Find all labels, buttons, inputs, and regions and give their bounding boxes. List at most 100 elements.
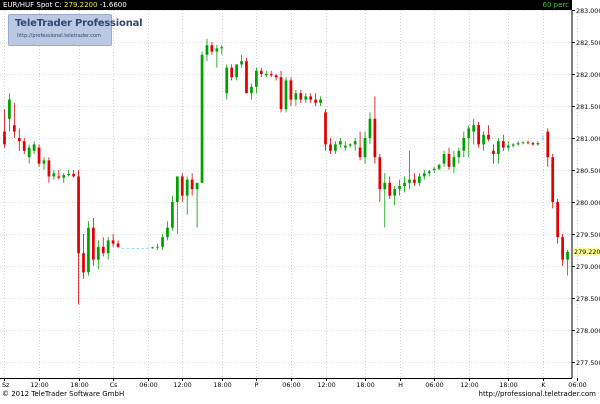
candle-body	[3, 131, 6, 145]
candle-body	[334, 144, 337, 151]
x-tick-label: 18:00	[499, 381, 517, 389]
candle-body	[492, 150, 495, 154]
teletrader-logo: TeleTrader Professional http://professio…	[8, 14, 143, 46]
y-tick-label: 279.5000	[576, 231, 600, 239]
candle-body	[146, 248, 150, 249]
candle-body	[289, 80, 293, 100]
candle-body	[427, 171, 431, 174]
candle-body	[106, 240, 110, 254]
candle-body	[22, 141, 26, 151]
candle-body	[442, 154, 446, 164]
candle-body	[556, 202, 560, 238]
x-tick-label: 12:00	[30, 381, 48, 389]
candle	[146, 248, 150, 249]
candle-body	[541, 138, 545, 139]
instrument-name: EUR/HUF Spot	[3, 1, 53, 9]
candle-body	[136, 248, 140, 249]
logo-title: TeleTrader Professional	[15, 18, 143, 29]
candle-body	[259, 70, 263, 74]
y-tick-label: 282.5000	[576, 39, 600, 47]
y-tick-label: 283.0000	[576, 7, 600, 15]
candle-body	[348, 144, 352, 146]
candle-body	[516, 143, 520, 145]
candle-body	[526, 142, 530, 144]
candle-body	[205, 45, 209, 55]
candle-body	[521, 142, 525, 144]
candle-body	[121, 248, 125, 249]
candle-body	[62, 175, 66, 178]
candle	[121, 248, 125, 249]
candle-body	[166, 227, 169, 238]
x-tick-label: Sz	[2, 381, 10, 389]
x-tick-label: 06:00	[282, 381, 300, 389]
candle-body	[175, 176, 179, 202]
y-tick-label: 277.5000	[576, 359, 600, 367]
candle-body	[452, 157, 456, 167]
candle	[131, 248, 135, 249]
x-tick-label: 18:00	[213, 381, 231, 389]
change-value: -1.6600	[99, 1, 127, 9]
candle-body	[111, 240, 115, 244]
x-tick-label: H	[398, 381, 403, 389]
candle-body	[96, 246, 100, 260]
x-tick-label: 06:00	[568, 381, 586, 389]
footer-url: http://professional.teletrader.com	[478, 390, 596, 398]
candle-body	[180, 176, 184, 196]
candle-body	[338, 141, 342, 145]
candle-body	[324, 112, 327, 145]
candle-body	[284, 80, 288, 110]
candle-body	[363, 138, 367, 158]
candle-body	[413, 179, 416, 183]
candle-body	[215, 48, 219, 52]
candle	[477, 122, 480, 148]
candle-body	[220, 47, 224, 49]
y-tick-label: 279.0000	[576, 263, 600, 271]
y-tick-label: 282.0000	[576, 71, 600, 79]
candle-body	[551, 157, 555, 202]
y-tick-label: 278.0000	[576, 327, 600, 335]
close-value: 279.2200	[64, 1, 98, 9]
candle-body	[17, 138, 21, 142]
candle-body	[32, 144, 36, 151]
candle-body	[462, 138, 466, 151]
y-tick-label: 278.5000	[576, 295, 600, 303]
candle-body	[314, 99, 317, 103]
last-price-label: 279.2200	[574, 248, 600, 256]
candle-body	[195, 182, 199, 190]
candle-body	[408, 179, 411, 183]
candle-body	[101, 246, 105, 254]
candle-body	[77, 176, 80, 254]
candle-body	[511, 144, 515, 146]
candle-body	[126, 248, 130, 249]
x-tick-label: 12:00	[173, 381, 191, 389]
candle-body	[87, 227, 90, 273]
candle-body	[487, 134, 490, 140]
candle-body	[156, 246, 159, 248]
candle-body	[383, 182, 387, 190]
candle-body	[566, 251, 569, 260]
x-tick-label: 12:00	[317, 381, 335, 389]
chart-header: EUR/HUF Spot C: 279.2200 -1.6600 60 perc	[0, 0, 572, 10]
y-tick-label: 281.0000	[576, 135, 600, 143]
candle-body	[274, 75, 278, 78]
candle	[141, 248, 145, 249]
candle	[245, 58, 248, 94]
candle-body	[319, 99, 322, 103]
candle-body	[151, 247, 155, 249]
candle-body	[57, 176, 61, 178]
candle-body	[437, 164, 441, 169]
candle-body	[467, 128, 471, 138]
candle-body	[250, 86, 253, 94]
candle	[87, 221, 90, 276]
candlestick-chart: 277.5000 278.0000 278.5000 279.0000 279.5000…	[0, 0, 600, 400]
x-tick-label: Cs	[110, 381, 118, 389]
candle	[136, 248, 140, 249]
candle-body	[294, 93, 298, 100]
candle-body	[171, 202, 174, 228]
candle-body	[37, 147, 41, 164]
candle-body	[531, 143, 535, 145]
candle-body	[141, 248, 145, 249]
candle-body	[422, 173, 426, 177]
x-tick-label: 18:00	[70, 381, 88, 389]
chart-plot-area: 277.5000 278.0000 278.5000 279.0000 279.5000…	[0, 0, 600, 400]
